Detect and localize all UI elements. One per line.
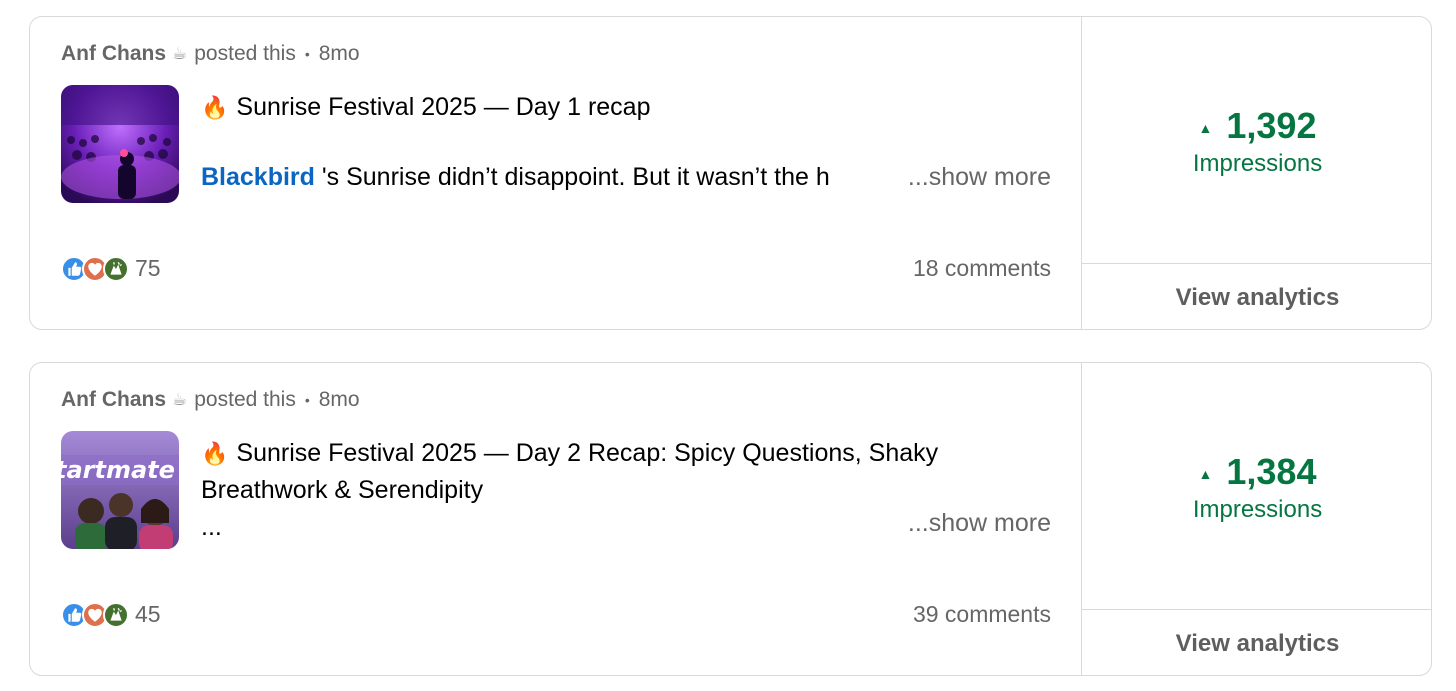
coffee-emoji-icon: ☕ bbox=[172, 44, 188, 63]
impressions-label: Impressions bbox=[1192, 496, 1323, 523]
reactions-summary[interactable]: 45 bbox=[61, 601, 161, 628]
group-selfie-image: tartmate bbox=[61, 431, 179, 549]
post-card: Anf Chans ☕ posted this • 8mo 🔥 Sunrise … bbox=[29, 16, 1432, 330]
post-content[interactable]: Anf Chans ☕ posted this • 8mo 🔥 Sunrise … bbox=[30, 17, 1082, 329]
reaction-count: 45 bbox=[135, 601, 161, 627]
separator-dot: • bbox=[304, 392, 310, 408]
trend-up-icon: ▲ bbox=[1198, 466, 1213, 482]
post-body-preview: ... bbox=[201, 513, 222, 541]
reactions-summary[interactable]: 75 bbox=[61, 255, 161, 282]
concert-crowd-image bbox=[61, 85, 179, 203]
post-age: 8mo bbox=[318, 42, 360, 65]
thumbnail-sign-text: tartmate bbox=[61, 456, 175, 484]
celebrate-reaction-icon bbox=[103, 255, 129, 282]
post-title-text: Sunrise Festival 2025 — Day 2 Recap: Spi… bbox=[201, 439, 939, 504]
post-title: 🔥 Sunrise Festival 2025 — Day 2 Recap: Sp… bbox=[201, 435, 1021, 509]
author-name[interactable]: Anf Chans bbox=[61, 388, 166, 412]
analytics-panel: ▲ 1,384 Impressions View analytics bbox=[1081, 363, 1431, 675]
view-analytics-button[interactable]: View analytics bbox=[1082, 265, 1431, 329]
celebrate-reaction-icon bbox=[103, 601, 129, 628]
post-action: posted this bbox=[194, 42, 296, 65]
post-action: posted this bbox=[194, 388, 296, 411]
post-body-text: 's Sunrise didn’t disappoint. But it was… bbox=[314, 163, 830, 191]
mention-link[interactable]: Blackbird bbox=[201, 163, 315, 191]
show-more-link[interactable]: ...show more bbox=[891, 505, 1051, 542]
show-more-link[interactable]: ...show more bbox=[891, 159, 1051, 196]
post-title-text: Sunrise Festival 2025 — Day 1 recap bbox=[236, 93, 651, 121]
post-meta: Anf Chans ☕ posted this • 8mo bbox=[61, 42, 360, 66]
reaction-count: 75 bbox=[135, 255, 161, 281]
separator-dot: • bbox=[304, 46, 310, 62]
fire-emoji-icon: 🔥 bbox=[201, 441, 229, 466]
view-analytics-button[interactable]: View analytics bbox=[1082, 611, 1431, 675]
impressions-stat: ▲ 1,392 Impressions bbox=[1082, 17, 1431, 264]
comments-count[interactable]: 39 comments bbox=[791, 601, 1051, 628]
author-name[interactable]: Anf Chans bbox=[61, 42, 166, 66]
post-meta: Anf Chans ☕ posted this • 8mo bbox=[61, 388, 360, 412]
impressions-count: 1,384 bbox=[1226, 451, 1317, 492]
fire-emoji-icon: 🔥 bbox=[201, 95, 229, 120]
trend-up-icon: ▲ bbox=[1198, 120, 1213, 136]
impressions-count: 1,392 bbox=[1226, 105, 1317, 146]
post-content[interactable]: Anf Chans ☕ posted this • 8mo tartmate 🔥… bbox=[30, 363, 1082, 675]
analytics-panel: ▲ 1,392 Impressions View analytics bbox=[1081, 17, 1431, 329]
post-age: 8mo bbox=[318, 388, 360, 411]
post-thumbnail[interactable] bbox=[61, 85, 179, 203]
coffee-emoji-icon: ☕ bbox=[172, 390, 188, 409]
impressions-stat: ▲ 1,384 Impressions bbox=[1082, 363, 1431, 610]
comments-count[interactable]: 18 comments bbox=[791, 255, 1051, 282]
post-title: 🔥 Sunrise Festival 2025 — Day 1 recap bbox=[201, 89, 1021, 126]
post-card: Anf Chans ☕ posted this • 8mo tartmate 🔥… bbox=[29, 362, 1432, 676]
post-thumbnail[interactable]: tartmate bbox=[61, 431, 179, 549]
post-body-preview: Blackbird 's Sunrise didn’t disappoint. … bbox=[201, 159, 891, 196]
impressions-label: Impressions bbox=[1192, 150, 1323, 177]
post-analytics-feed: Anf Chans ☕ posted this • 8mo 🔥 Sunrise … bbox=[0, 0, 1456, 691]
